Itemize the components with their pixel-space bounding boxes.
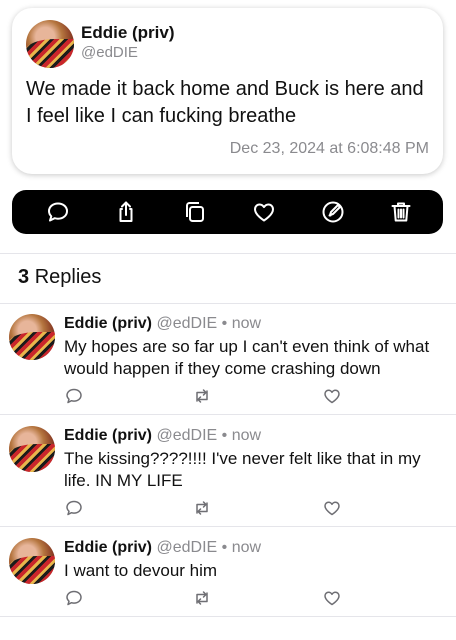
avatar-image xyxy=(26,39,74,68)
like-icon[interactable] xyxy=(322,588,342,608)
repost-icon[interactable] xyxy=(192,588,212,608)
replies-header: 3 Replies xyxy=(18,266,101,289)
reply-text: I want to devour him xyxy=(64,561,218,580)
reply-author-name[interactable]: Eddie (priv) xyxy=(64,427,152,444)
separator-dot: • xyxy=(221,539,228,556)
comment-icon[interactable] xyxy=(64,588,84,608)
post-author-handle[interactable]: @edDIE xyxy=(81,44,138,61)
share-icon[interactable] xyxy=(113,199,139,225)
post-timestamp: Dec 23, 2024 at 6:08:48 PM xyxy=(229,140,429,157)
copy-icon[interactable] xyxy=(182,199,208,225)
replies-count: 3 xyxy=(18,266,30,288)
reply-actions xyxy=(64,386,354,406)
comment-icon[interactable] xyxy=(64,498,84,518)
like-icon[interactable] xyxy=(322,386,342,406)
comment-icon[interactable] xyxy=(64,386,84,406)
reply-time: now xyxy=(231,315,262,332)
repost-icon[interactable] xyxy=(192,386,212,406)
reply-header: Eddie (priv) @edDIE • now xyxy=(64,315,261,333)
avatar[interactable] xyxy=(9,314,55,360)
trash-icon[interactable] xyxy=(388,199,414,225)
avatar-image xyxy=(9,556,55,584)
divider xyxy=(0,253,456,254)
reply-text: My hopes are so far up I can't even thin… xyxy=(64,337,430,378)
post-action-bar xyxy=(12,190,443,234)
avatar-image xyxy=(9,444,55,472)
divider xyxy=(0,616,456,617)
reply-author-name[interactable]: Eddie (priv) xyxy=(64,539,152,556)
comment-icon[interactable] xyxy=(45,199,71,225)
reply-author-handle[interactable]: @edDIE xyxy=(156,315,217,332)
avatar[interactable] xyxy=(9,426,55,472)
replies-label: Replies xyxy=(34,266,102,288)
reply-header: Eddie (priv) @edDIE • now xyxy=(64,539,261,557)
repost-icon[interactable] xyxy=(192,498,212,518)
reply-author-handle[interactable]: @edDIE xyxy=(156,427,217,444)
edit-icon[interactable] xyxy=(320,199,346,225)
post-text: We made it back home and Buck is here an… xyxy=(26,78,424,127)
avatar-image xyxy=(9,332,55,360)
reply-header: Eddie (priv) @edDIE • now xyxy=(64,427,261,445)
list-item[interactable]: Eddie (priv) @edDIE • now The kissing???… xyxy=(0,414,456,526)
reply-text: The kissing????!!!! I've never felt like… xyxy=(64,449,421,490)
avatar[interactable] xyxy=(26,20,74,68)
reply-author-handle[interactable]: @edDIE xyxy=(156,539,217,556)
separator-dot: • xyxy=(221,427,228,444)
reply-author-name[interactable]: Eddie (priv) xyxy=(64,315,152,332)
list-item[interactable]: Eddie (priv) @edDIE • now I want to devo… xyxy=(0,526,456,638)
post-author-name[interactable]: Eddie (priv) xyxy=(81,23,175,43)
reply-actions xyxy=(64,588,354,608)
separator-dot: • xyxy=(221,315,228,332)
post-card: Eddie (priv) @edDIE We made it back home… xyxy=(12,8,443,174)
reply-actions xyxy=(64,498,354,518)
like-icon[interactable] xyxy=(322,498,342,518)
list-item[interactable]: Eddie (priv) @edDIE • now My hopes are s… xyxy=(0,302,456,414)
reply-time: now xyxy=(231,539,262,556)
like-icon[interactable] xyxy=(251,199,277,225)
avatar[interactable] xyxy=(9,538,55,584)
reply-time: now xyxy=(231,427,262,444)
